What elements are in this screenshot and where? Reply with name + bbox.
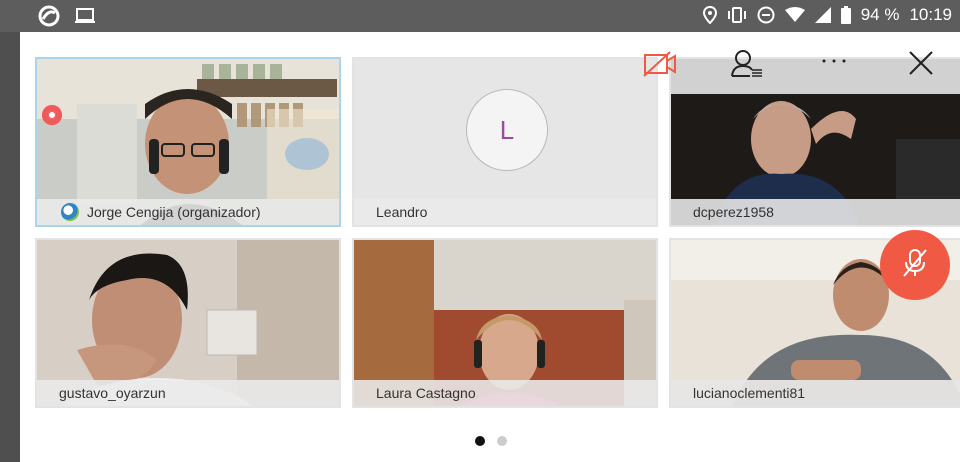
cell-signal-icon bbox=[814, 7, 831, 23]
mute-button[interactable] bbox=[880, 230, 950, 300]
participant-tile-dcperez[interactable]: dcperez1958 bbox=[669, 57, 960, 227]
recording-indicator bbox=[42, 105, 62, 125]
participant-tile-jorge[interactable]: Jorge Cengija (organizador) bbox=[35, 57, 341, 227]
organizer-icon bbox=[61, 203, 79, 221]
participant-name-bar: lucianoclementi81 bbox=[671, 380, 960, 406]
participant-name: Leandro bbox=[376, 204, 428, 220]
participant-name: dcperez1958 bbox=[693, 204, 774, 220]
meeting-panel: Jorge Cengija (organizador) L Leandro dc… bbox=[20, 32, 960, 462]
battery-percent: 94 % bbox=[860, 5, 900, 24]
laptop-icon bbox=[74, 7, 96, 30]
participant-tile-gustavo[interactable]: gustavo_oyarzun bbox=[35, 238, 341, 408]
more-icon[interactable] bbox=[820, 56, 850, 66]
close-icon[interactable] bbox=[908, 50, 934, 76]
participant-name-bar: Jorge Cengija (organizador) bbox=[37, 199, 339, 225]
page-indicator[interactable] bbox=[475, 436, 507, 446]
page-dot-2[interactable] bbox=[497, 436, 507, 446]
location-icon bbox=[702, 6, 717, 24]
participant-name: lucianoclementi81 bbox=[693, 385, 806, 401]
participant-name-bar: gustavo_oyarzun bbox=[37, 380, 339, 406]
participant-name-bar: Laura Castagno bbox=[354, 380, 656, 406]
avatar: L bbox=[466, 89, 548, 171]
battery-icon bbox=[840, 6, 851, 24]
participant-name: gustavo_oyarzun bbox=[59, 385, 166, 401]
wifi-icon bbox=[784, 7, 805, 23]
vibrate-icon bbox=[727, 7, 747, 23]
meeting-app-icon bbox=[38, 5, 60, 32]
participant-tile-laura[interactable]: Laura Castagno bbox=[352, 238, 658, 408]
left-edge bbox=[0, 32, 20, 462]
clock: 10:19 bbox=[909, 5, 952, 24]
video-off-icon[interactable] bbox=[642, 50, 678, 78]
status-bar: 94 % 10:19 bbox=[0, 0, 960, 32]
do-not-disturb-icon bbox=[757, 6, 775, 24]
participants-icon[interactable] bbox=[730, 48, 764, 80]
participant-name: Jorge Cengija (organizador) bbox=[87, 204, 261, 220]
page-dot-1[interactable] bbox=[475, 436, 485, 446]
participant-name-bar: dcperez1958 bbox=[671, 199, 960, 225]
mic-off-icon bbox=[902, 248, 928, 283]
participant-tile-leandro[interactable]: L Leandro bbox=[352, 57, 658, 227]
participant-name-bar: Leandro bbox=[354, 199, 656, 225]
participant-name: Laura Castagno bbox=[376, 385, 476, 401]
